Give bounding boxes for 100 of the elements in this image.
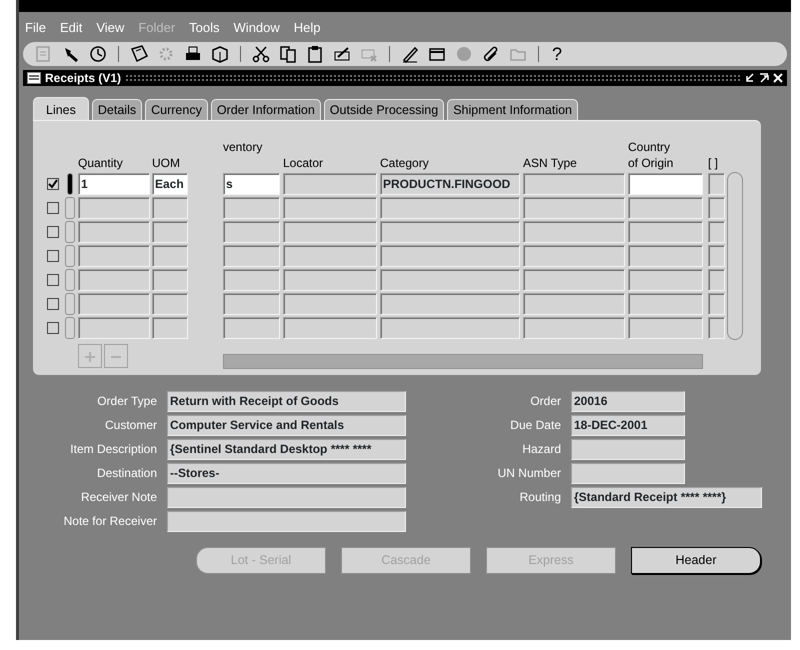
table-cell[interactable] [152,245,188,267]
table-cell[interactable] [223,245,280,267]
text-field[interactable]: Return with Receipt of Goods [167,390,406,412]
table-cell[interactable] [523,269,625,291]
text-field[interactable]: {Sentinel Standard Desktop **** **** [167,438,406,460]
table-cell[interactable] [628,197,703,219]
table-cell[interactable] [152,317,188,339]
tab[interactable]: Lines [33,97,89,121]
table-cell[interactable] [223,317,280,339]
table-cell[interactable] [78,245,150,267]
table-cell[interactable] [283,317,377,339]
table-cell[interactable] [152,293,188,315]
row-checkbox[interactable] [47,274,59,286]
table-cell[interactable] [380,269,520,291]
table-cell[interactable] [78,293,150,315]
column-header: ventory [223,140,262,155]
table-cell[interactable] [380,317,520,339]
text-field[interactable] [571,438,685,460]
help-button[interactable]: ? [548,45,566,63]
table-cell[interactable]: Each [152,173,188,195]
table-cell[interactable] [223,221,280,243]
text-field[interactable] [571,462,685,484]
menu-item[interactable]: Edit [58,18,84,38]
row-checkbox[interactable] [47,226,59,238]
table-cell[interactable] [708,317,725,339]
table-cell[interactable] [283,293,377,315]
tab[interactable]: Shipment Information [447,99,578,120]
table-cell[interactable] [628,269,703,291]
table-cell[interactable] [152,197,188,219]
table-cell[interactable] [523,221,625,243]
copy-icon[interactable] [278,44,298,64]
tab[interactable]: Currency [145,99,208,120]
row-checkbox[interactable] [47,250,59,262]
table-cell[interactable] [283,269,377,291]
text-field[interactable] [167,510,406,532]
menu-item[interactable]: Tools [187,18,222,38]
scissors-icon[interactable] [251,44,271,64]
tab[interactable]: Details [92,99,142,120]
table-cell[interactable] [380,197,520,219]
action-button[interactable]: Header [631,547,761,574]
table-cell[interactable] [523,173,625,195]
table-cell[interactable] [152,221,188,243]
table-cell[interactable] [283,245,377,267]
table-cell[interactable] [708,269,725,291]
table-cell[interactable] [708,173,725,195]
row-checkbox[interactable] [47,322,59,334]
horizontal-scrollbar[interactable] [223,354,703,369]
table-cell[interactable] [708,245,725,267]
table-cell[interactable] [523,317,625,339]
text-field[interactable]: 18-DEC-2001 [571,414,685,436]
table-cell[interactable] [628,293,703,315]
table-cell[interactable] [223,197,280,219]
table-cell[interactable] [380,245,520,267]
row-checkbox[interactable] [47,298,59,310]
table-cell[interactable]: PRODUCTN.FINGOOD [380,173,520,195]
record-indicator[interactable] [67,173,73,195]
table-cell[interactable] [523,245,625,267]
close-icon[interactable] [773,73,783,83]
minimize-icon[interactable] [745,73,755,83]
table-cell[interactable] [380,293,520,315]
table-cell[interactable] [78,317,150,339]
table-cell[interactable] [628,221,703,243]
menu-item[interactable]: Window [232,18,282,38]
text-field[interactable] [167,486,406,508]
vertical-scrollbar[interactable] [727,172,743,340]
text-field[interactable]: 20016 [571,390,685,412]
table-cell[interactable] [223,269,280,291]
table-cell[interactable] [523,293,625,315]
column-header: ASN Type [523,156,577,171]
clock-icon[interactable] [88,44,108,64]
table-cell[interactable] [78,197,150,219]
table-cell[interactable]: s [223,173,280,195]
maximize-icon[interactable] [759,73,769,83]
table-cell[interactable] [523,197,625,219]
table-cell[interactable] [152,269,188,291]
row-checkbox[interactable] [47,178,59,190]
table-cell[interactable] [283,197,377,219]
tab[interactable]: Order Information [210,99,321,120]
menu-item[interactable]: View [94,18,126,38]
table-cell[interactable] [283,173,377,195]
table-cell[interactable] [628,173,703,195]
table-cell[interactable] [628,245,703,267]
menu-item[interactable]: Help [292,18,323,38]
table-cell[interactable] [380,221,520,243]
text-field[interactable]: {Standard Receipt **** ****} [571,486,762,508]
table-cell[interactable] [78,269,150,291]
table-cell[interactable] [78,221,150,243]
table-cell[interactable]: 1 [78,173,150,195]
text-field[interactable]: --Stores- [167,462,406,484]
table-cell[interactable] [223,293,280,315]
table-cell[interactable] [708,293,725,315]
menu-item[interactable]: File [23,18,48,38]
text-field[interactable]: Computer Service and Rentals [167,414,406,436]
tab[interactable]: Outside Processing [324,99,444,120]
table-cell[interactable] [628,317,703,339]
table-cell[interactable] [708,221,725,243]
table-cell[interactable] [708,197,725,219]
table-cell[interactable] [283,221,377,243]
pen-icon[interactable] [400,44,420,64]
row-checkbox[interactable] [47,202,59,214]
